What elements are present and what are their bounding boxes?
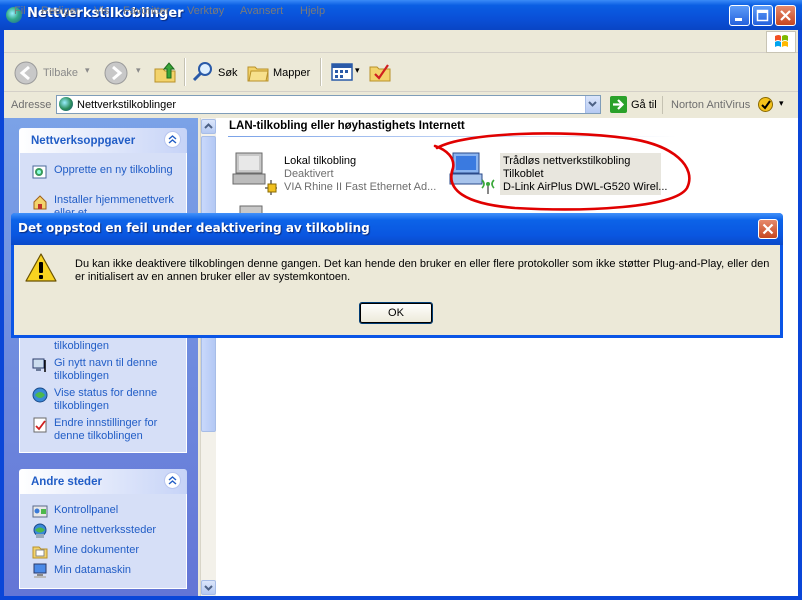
search-button[interactable] — [192, 61, 214, 83]
address-label: Adresse — [11, 99, 52, 111]
task-new-connection[interactable]: Opprette en ny tilkobling — [54, 164, 184, 177]
ok-button[interactable]: OK — [359, 302, 433, 324]
lan-connection-icon[interactable] — [231, 150, 279, 198]
dialog-title: Det oppstod en feil under deaktivering a… — [18, 221, 370, 235]
forward-arrow-icon — [104, 61, 128, 85]
network-tasks-title[interactable]: Nettverksoppgaver — [31, 135, 135, 147]
home-network-icon — [32, 194, 48, 210]
scroll-down-button[interactable] — [201, 580, 216, 595]
back-button[interactable] — [14, 61, 38, 85]
norton-icon[interactable] — [758, 97, 773, 112]
chevron-up-icon — [204, 123, 213, 129]
rename-icon — [32, 357, 48, 373]
dialog-message: Du kan ikke deaktivere tilkoblingen denn… — [75, 258, 770, 283]
maximize-icon — [756, 9, 769, 22]
toolbar-separator — [184, 58, 186, 86]
place-my-documents[interactable]: Mine dokumenter — [54, 544, 184, 557]
menu-edit[interactable]: Rediger — [41, 5, 80, 17]
warning-icon — [25, 252, 57, 284]
connection-status: Deaktivert — [284, 168, 334, 180]
annotation-circle — [433, 132, 691, 211]
scroll-up-button[interactable] — [201, 119, 216, 134]
maximize-button[interactable] — [752, 5, 773, 26]
connection-device: VIA Rhine II Fast Ethernet Ad... — [284, 181, 437, 193]
control-panel-icon — [32, 503, 48, 519]
go-arrow-icon — [613, 99, 625, 110]
search-icon — [192, 62, 212, 82]
menu-bar — [4, 30, 798, 53]
new-connection-icon — [32, 164, 48, 180]
up-folder-icon — [154, 62, 176, 83]
address-dropdown-button[interactable] — [585, 96, 600, 113]
place-my-computer[interactable]: Min datamaskin — [54, 564, 184, 577]
forward-button[interactable] — [104, 61, 128, 85]
other-places-title[interactable]: Andre steder — [31, 476, 102, 488]
chevron-down-icon — [588, 101, 597, 107]
go-label[interactable]: Gå til — [631, 99, 657, 111]
network-globe-icon — [59, 97, 73, 111]
back-dropdown-icon[interactable]: ▾ — [85, 66, 90, 76]
chevron-up-icon — [168, 135, 177, 144]
folders-button[interactable] — [247, 61, 269, 83]
menu-tools[interactable]: Verktøy — [187, 5, 224, 17]
windows-logo-icon — [766, 31, 796, 53]
minimize-icon — [735, 18, 742, 21]
collapse-button[interactable] — [164, 472, 181, 489]
norton-antivirus-label: Norton AntiVirus — [671, 99, 751, 111]
views-icon — [331, 63, 353, 81]
forward-dropdown-icon[interactable]: ▾ — [136, 66, 141, 76]
menu-favorites[interactable]: Favoritter — [123, 5, 169, 17]
folders-icon — [247, 66, 269, 82]
toolbar-separator — [320, 58, 322, 86]
up-folder-button[interactable] — [153, 60, 177, 84]
task-change-settings[interactable]: Endre innstillinger for denne tilkobling… — [54, 417, 184, 443]
address-value[interactable]: Nettverkstilkoblinger — [77, 99, 176, 111]
close-icon — [780, 10, 791, 21]
folder-options-button[interactable] — [369, 61, 391, 83]
chevron-down-icon — [204, 585, 213, 591]
dialog-close-button[interactable] — [758, 219, 778, 239]
menu-advanced[interactable]: Avansert — [240, 5, 283, 17]
minimize-button[interactable] — [729, 5, 750, 26]
norton-dropdown-icon[interactable]: ▾ — [779, 99, 784, 109]
computer-icon — [32, 563, 48, 579]
back-label[interactable]: Tilbake — [43, 67, 78, 79]
chevron-up-icon — [168, 476, 177, 485]
go-button[interactable] — [610, 96, 627, 113]
close-icon — [762, 223, 774, 235]
views-button[interactable] — [331, 62, 353, 82]
place-network-places[interactable]: Mine nettverkssteder — [54, 524, 184, 537]
views-dropdown-icon[interactable]: ▾ — [355, 66, 360, 76]
documents-icon — [32, 543, 48, 559]
folder-check-icon — [369, 64, 391, 82]
task-view-status[interactable]: Vise status for denne tilkoblingen — [54, 387, 184, 413]
collapse-button[interactable] — [164, 131, 181, 148]
menu-view[interactable]: Vis — [94, 5, 109, 17]
menu-file[interactable]: Fil — [14, 5, 26, 17]
settings-icon — [32, 417, 48, 433]
folders-label[interactable]: Mapper — [273, 67, 310, 79]
status-icon — [32, 387, 48, 403]
close-button[interactable] — [775, 5, 796, 26]
task-rename[interactable]: Gi nytt navn til denne tilkoblingen — [54, 357, 184, 383]
back-arrow-icon — [14, 61, 38, 85]
search-label[interactable]: Søk — [218, 67, 238, 79]
task-disable-connection[interactable]: tilkoblingen — [54, 340, 184, 353]
task-home-network[interactable]: Installer hjemmenettverk eller et — [54, 194, 184, 213]
connection-name[interactable]: Lokal tilkobling — [284, 155, 356, 167]
address-separator — [662, 96, 663, 114]
network-places-icon — [32, 523, 48, 539]
menu-help[interactable]: Hjelp — [300, 5, 325, 17]
place-control-panel[interactable]: Kontrollpanel — [54, 504, 184, 517]
